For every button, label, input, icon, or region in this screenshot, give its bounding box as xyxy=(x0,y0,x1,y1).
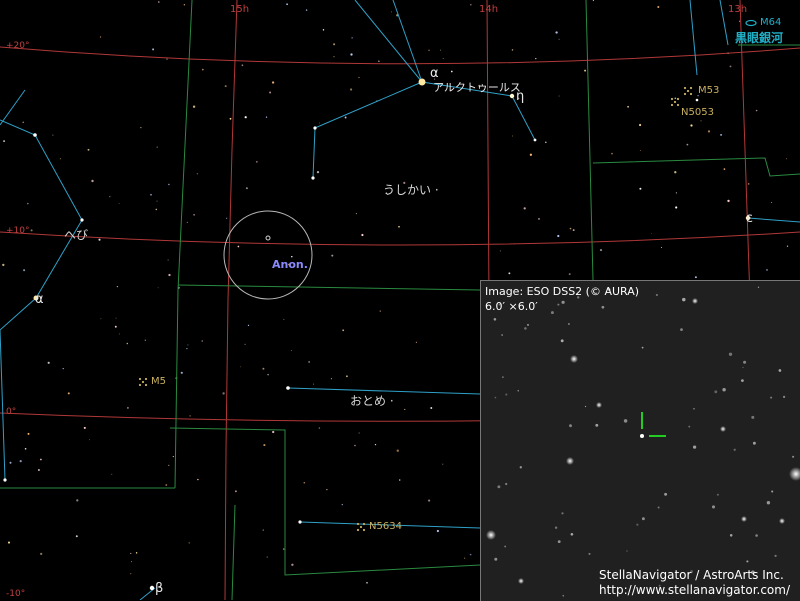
beta-label: β xyxy=(155,581,164,596)
constellation-bootes-label: うしかい · xyxy=(383,183,439,197)
eta-star xyxy=(509,93,515,99)
m5-label: M5 xyxy=(151,376,166,387)
n5634-label: N5634 xyxy=(369,521,402,532)
ra-label-15h: 15h xyxy=(230,4,250,15)
dec-label-0: 0° xyxy=(6,407,17,417)
constellation-serpens-label: へび xyxy=(64,228,89,242)
constellation-virgo-label: おとめ · xyxy=(350,394,394,408)
arcturus-greek-label: α xyxy=(430,66,439,81)
target-label[interactable]: Anon. xyxy=(272,259,308,270)
m64-label: M64 xyxy=(760,17,782,28)
dec-label-plus10: +10° xyxy=(6,226,30,236)
dec-label-plus20: +20° xyxy=(6,41,30,51)
inset-source-label: Image: ESO DSS2 (© AURA) xyxy=(485,285,640,298)
credit-line-1: StellaNavigator / AstroArts Inc. xyxy=(599,568,784,582)
credit-line-2: http://www.stellanavigator.com/ xyxy=(599,583,791,597)
arcturus-name-label: アルクトゥールス xyxy=(433,81,521,94)
ra-label-14h: 14h xyxy=(479,4,499,15)
ra-label-13h: 13h xyxy=(728,4,748,15)
inset-target-star xyxy=(640,434,644,438)
m53-label: M53 xyxy=(698,85,720,96)
serpens-alpha-label: α xyxy=(35,292,44,307)
dec-label-minus10: -10° xyxy=(6,589,26,599)
m64-name-label: 黒眼銀河 xyxy=(735,31,784,45)
inset-fov-label: 6.0′ ×6.0′ xyxy=(485,300,538,313)
dss-image xyxy=(481,281,800,601)
dss-image-inset: Image: ESO DSS2 (© AURA) 6.0′ ×6.0′ Stel… xyxy=(480,280,800,601)
eta-label: η xyxy=(516,89,525,104)
epsilon-label: ε xyxy=(746,211,754,226)
arcturus-star xyxy=(418,78,426,86)
beta-star xyxy=(149,585,155,591)
n5053-label: N5053 xyxy=(681,107,714,118)
